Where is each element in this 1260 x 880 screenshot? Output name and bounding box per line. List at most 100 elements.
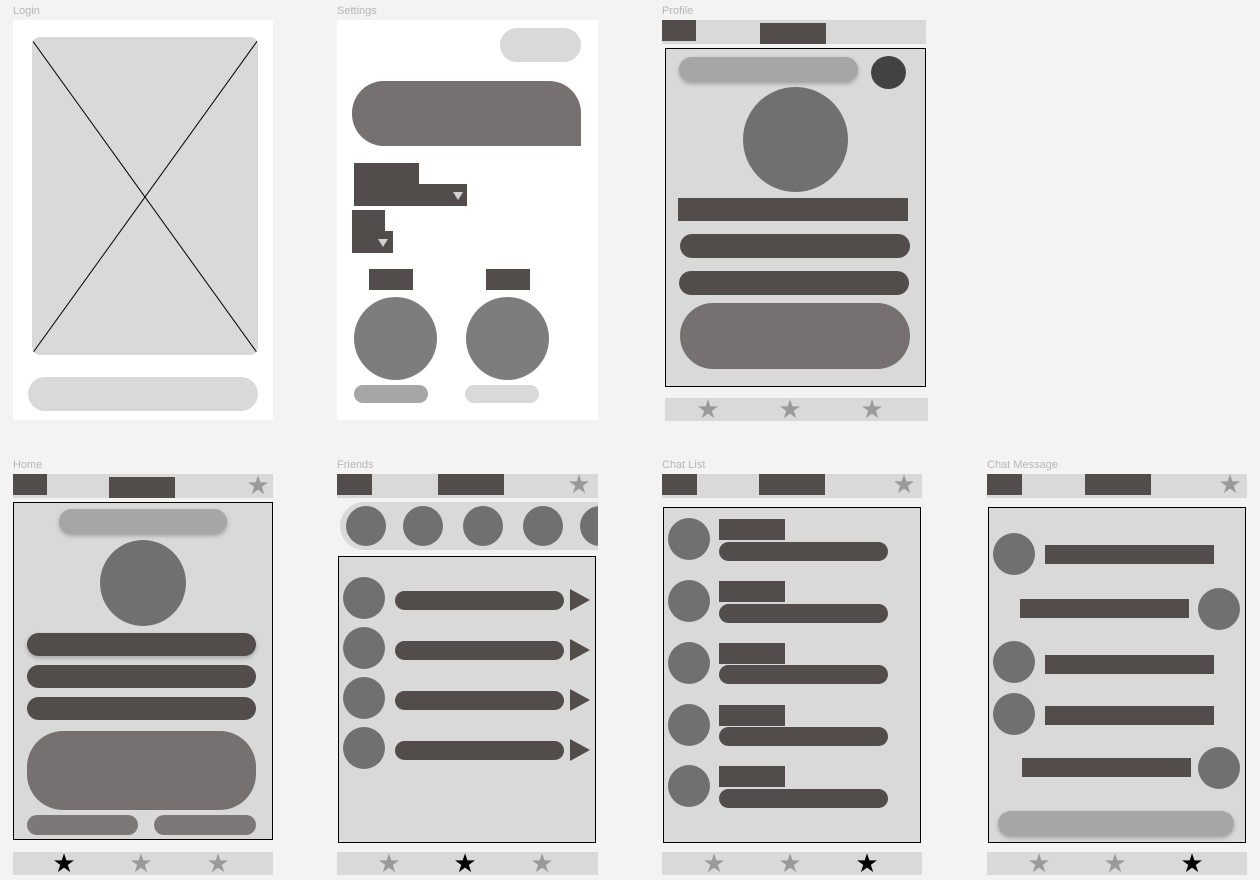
back-button[interactable]: [662, 474, 697, 495]
story-avatar[interactable]: [463, 506, 503, 546]
back-button[interactable]: [987, 474, 1022, 495]
chat-name: [719, 766, 785, 787]
option-avatar-left[interactable]: [354, 297, 437, 380]
friend-name-bar: [395, 591, 564, 610]
home-feature-card: [27, 731, 256, 810]
tab-star-icon-1[interactable]: ★: [693, 396, 723, 422]
favorite-star-icon[interactable]: ★: [564, 471, 594, 497]
home-avatar: [100, 540, 186, 626]
chat-list-tab-bar: ★ ★ ★: [662, 850, 922, 876]
chevron-right-icon[interactable]: [570, 639, 590, 661]
chat-preview[interactable]: [719, 665, 888, 684]
story-avatar[interactable]: [346, 506, 386, 546]
favorite-star-icon[interactable]: ★: [889, 471, 919, 497]
friend-avatar: [343, 577, 385, 619]
chat-name: [719, 581, 785, 602]
tab-star-icon-1[interactable]: ★: [699, 850, 729, 876]
profile-avatar-small[interactable]: [871, 56, 906, 89]
option-avatar-right[interactable]: [466, 297, 549, 380]
chevron-right-icon[interactable]: [570, 739, 590, 761]
profile-top-bar: [662, 20, 926, 44]
frame-label-login: Login: [13, 5, 40, 17]
profile-field-1[interactable]: [680, 234, 910, 258]
profile-name: [678, 198, 908, 221]
image-placeholder-cross-icon: [32, 39, 258, 355]
chat-name: [719, 705, 785, 726]
profile-search-bar[interactable]: [679, 57, 858, 82]
favorite-star-icon[interactable]: ★: [243, 472, 273, 498]
favorite-star-icon[interactable]: ★: [1215, 471, 1245, 497]
option-button-right[interactable]: [465, 385, 539, 403]
home-action-left[interactable]: [27, 815, 138, 835]
frame-label-profile: Profile: [662, 5, 694, 17]
message-input[interactable]: [998, 811, 1234, 836]
chat-preview[interactable]: [719, 604, 888, 623]
tab-star-icon-2[interactable]: ★: [1100, 850, 1130, 876]
frame-label-settings: Settings: [337, 5, 377, 17]
image-placeholder: [32, 37, 258, 355]
friend-name-bar: [395, 741, 564, 760]
tab-star-icon-1[interactable]: ★: [1024, 850, 1054, 876]
page-title: [438, 474, 504, 495]
chat-list: [663, 507, 921, 843]
back-button[interactable]: [337, 474, 372, 495]
tab-star-icon-2[interactable]: ★: [450, 850, 480, 876]
chat-avatar[interactable]: [668, 580, 710, 622]
page-title: [760, 23, 826, 44]
chevron-down-icon: [378, 239, 388, 247]
home-row-2[interactable]: [27, 665, 256, 688]
tab-star-icon-2[interactable]: ★: [775, 396, 805, 422]
tab-star-icon-3[interactable]: ★: [203, 850, 233, 876]
chevron-right-icon[interactable]: [570, 689, 590, 711]
chevron-right-icon[interactable]: [570, 589, 590, 611]
frame-label-friends: Friends: [337, 459, 374, 471]
tab-star-icon-3[interactable]: ★: [852, 850, 882, 876]
login-frame: [13, 20, 273, 420]
friends-story-strip[interactable]: [340, 502, 598, 550]
tab-star-icon-3[interactable]: ★: [1177, 850, 1207, 876]
tab-star-icon-2[interactable]: ★: [775, 850, 805, 876]
page-title: [1085, 474, 1151, 495]
option-button-left[interactable]: [354, 385, 428, 403]
sender-avatar: [993, 641, 1035, 683]
settings-top-button[interactable]: [500, 28, 581, 62]
frame-label-chat-list: Chat List: [662, 459, 706, 471]
tab-star-icon-3[interactable]: ★: [857, 396, 887, 422]
chat-avatar[interactable]: [668, 765, 710, 807]
friend-avatar: [343, 727, 385, 769]
story-avatar[interactable]: [403, 506, 443, 546]
tab-star-icon-1[interactable]: ★: [374, 850, 404, 876]
friend-avatar: [343, 627, 385, 669]
page-title: [759, 474, 825, 495]
chat-avatar[interactable]: [668, 642, 710, 684]
story-avatar[interactable]: [580, 506, 598, 546]
tab-star-icon-2[interactable]: ★: [126, 850, 156, 876]
chat-avatar[interactable]: [668, 704, 710, 746]
chat-preview[interactable]: [719, 542, 888, 561]
home-row-3[interactable]: [27, 697, 256, 720]
frame-label-chat-message: Chat Message: [987, 459, 1058, 471]
profile-field-2[interactable]: [679, 271, 909, 295]
story-avatar[interactable]: [523, 506, 563, 546]
back-button[interactable]: [13, 474, 47, 495]
chat-preview[interactable]: [719, 727, 888, 746]
chat-preview[interactable]: [719, 789, 888, 808]
home-row-1[interactable]: [27, 633, 256, 656]
settings-frame: [337, 20, 598, 420]
message-incoming: [1045, 545, 1214, 564]
sender-avatar: [1198, 588, 1240, 630]
tab-star-icon-1[interactable]: ★: [49, 850, 79, 876]
back-button[interactable]: [662, 20, 696, 41]
sender-avatar: [1198, 747, 1240, 789]
home-search-bar[interactable]: [59, 509, 227, 534]
frame-label-home: Home: [13, 459, 43, 471]
friend-name-bar: [395, 691, 564, 710]
tab-star-icon-3[interactable]: ★: [527, 850, 557, 876]
friends-tab-bar: ★ ★ ★: [337, 850, 598, 876]
home-action-right[interactable]: [154, 815, 256, 835]
login-button[interactable]: [28, 377, 258, 411]
page-title: [109, 477, 175, 498]
option-label-right: [486, 269, 530, 290]
dropdown-select-1[interactable]: [354, 184, 467, 206]
chat-avatar[interactable]: [668, 518, 710, 560]
